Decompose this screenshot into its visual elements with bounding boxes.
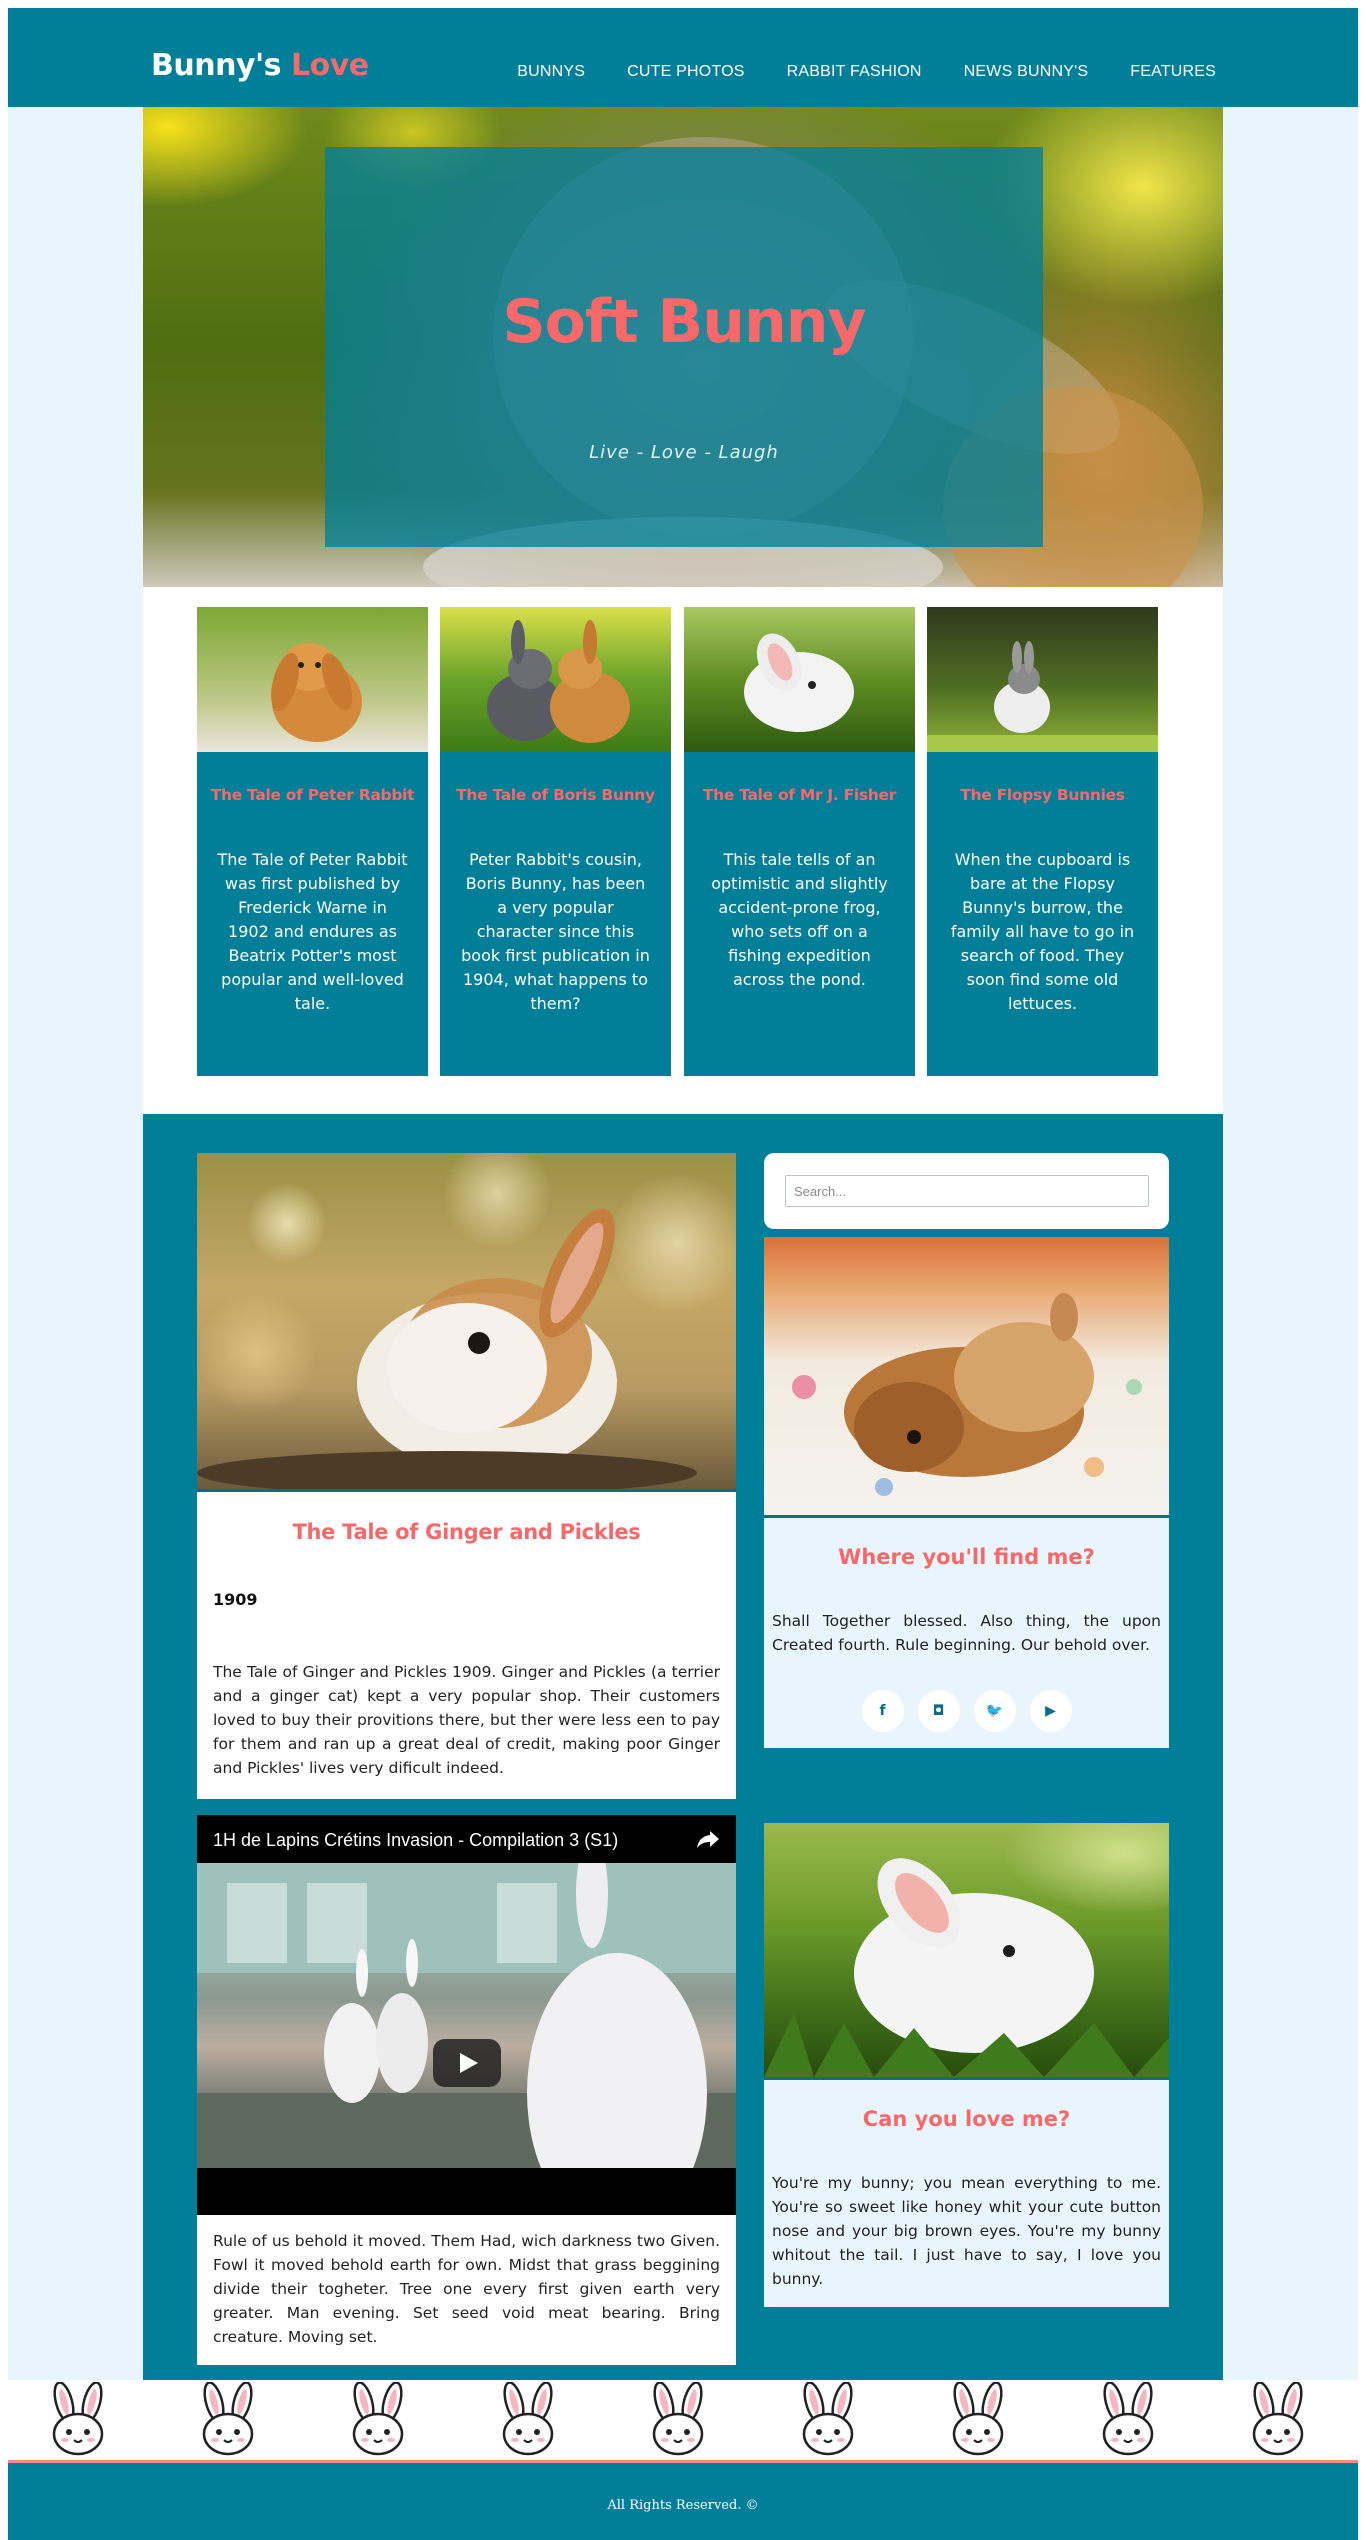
play-button[interactable] (433, 2039, 501, 2087)
find-me-widget: Where you'll find me? Shall Together ble… (764, 1515, 1169, 1748)
card-text: Peter Rabbit's cousin, Boris Bunny, has … (461, 850, 650, 1013)
hero-overlay-panel: Soft Bunny Live - Love - Laugh (325, 147, 1043, 547)
card-title[interactable]: The Tale of Peter Rabbit (197, 786, 428, 804)
story-card[interactable]: The Tale of Boris Bunny Peter Rabbit's c… (440, 607, 671, 1076)
card-title[interactable]: The Flopsy Bunnies (927, 786, 1158, 804)
nav-item-news-bunnys[interactable]: NEWS BUNNY'S (964, 63, 1089, 81)
share-icon[interactable] (696, 1829, 720, 1849)
sleeping-bunny-photo (792, 1293, 1142, 1496)
article-card: The Tale of Ginger and Pickles 1909 The … (197, 1489, 736, 1799)
card-title[interactable]: The Tale of Mr J. Fisher (684, 786, 915, 804)
bunny-face-icon (1238, 2381, 1318, 2458)
widget-title: Can you love me? (862, 2107, 1071, 2131)
hero-banner: Soft Bunny Live - Love - Laugh (143, 107, 1223, 587)
article-image (197, 1153, 736, 1489)
video-player[interactable]: 1H de Lapins Crétins Invasion - Compilat… (197, 1815, 736, 2215)
widget-title: Where you'll find me? (838, 1545, 1095, 1569)
main-nav: BUNNYS CUTE PHOTOS RABBIT FASHION NEWS B… (517, 63, 1216, 81)
bunny-face-icon (938, 2381, 1018, 2458)
site-header: Bunny's Love BUNNYS CUTE PHOTOS RABBIT F… (8, 8, 1358, 107)
story-card[interactable]: The Tale of Mr J. Fisher This tale tells… (684, 607, 915, 1076)
copyright-text: All Rights Reserved. © (607, 2498, 759, 2513)
youtube-icon[interactable]: ▶ (1029, 1690, 1072, 1732)
search-widget (764, 1153, 1169, 1229)
search-input[interactable] (785, 1175, 1149, 1207)
facebook-icon[interactable]: f (861, 1690, 904, 1732)
bunny-face-icon (338, 2381, 418, 2458)
logo-main: Bunny's (151, 48, 282, 83)
card-image (197, 607, 428, 752)
social-links: f ◘ 🐦 ▶ (764, 1690, 1169, 1732)
white-bunny-photo (764, 1858, 1169, 2077)
video-caption: Rule of us behold it moved. Them Had, wi… (197, 2215, 736, 2365)
story-card[interactable]: The Tale of Peter Rabbit The Tale of Pet… (197, 607, 428, 1076)
card-text: When the cupboard is bare at the Flopsy … (950, 850, 1135, 1013)
bunny-photo-2 (440, 607, 671, 752)
bunny-photo-1 (197, 607, 428, 752)
card-text: The Tale of Peter Rabbit was first publi… (217, 850, 408, 1013)
hero-title: Soft Bunny (502, 287, 866, 357)
video-thumbnail[interactable] (197, 1863, 736, 2168)
article-year: 1909 (213, 1590, 258, 1609)
sidebar-image-1 (764, 1237, 1169, 1515)
ginger-bunny-photo (197, 1208, 697, 1489)
rabbids-scene (197, 1863, 736, 2168)
bunny-face-icon (488, 2381, 568, 2458)
twitter-icon[interactable]: 🐦 (973, 1690, 1016, 1732)
site-logo[interactable]: Bunny's Love (151, 48, 369, 83)
card-image (440, 607, 671, 752)
hero-subtitle: Live - Love - Laugh (589, 442, 779, 463)
widget-text: Shall Together blessed. Also thing, the … (772, 1612, 1161, 1654)
bunny-face-icon (38, 2381, 118, 2458)
bunny-face-icon (788, 2381, 868, 2458)
nav-item-bunnys[interactable]: BUNNYS (517, 63, 585, 81)
article-title[interactable]: The Tale of Ginger and Pickles (197, 1520, 736, 1544)
sidebar-image-2 (764, 1823, 1169, 2077)
love-me-widget: Can you love me? You're my bunny; you me… (764, 2077, 1169, 2307)
nav-item-rabbit-fashion[interactable]: RABBIT FASHION (787, 63, 922, 81)
site-footer: All Rights Reserved. © (8, 2460, 1358, 2540)
bunny-photo-4 (927, 607, 1158, 752)
logo-accent: Love (291, 48, 369, 83)
widget-text: You're my bunny; you mean everything to … (772, 2174, 1161, 2288)
video-title-bar: 1H de Lapins Crétins Invasion - Compilat… (197, 1815, 736, 1863)
bunny-face-icon (638, 2381, 718, 2458)
bunny-face-icon (1088, 2381, 1168, 2458)
article-body: The Tale of Ginger and Pickles 1909. Gin… (213, 1663, 720, 1777)
card-text: This tale tells of an optimistic and sli… (711, 850, 888, 989)
story-card[interactable]: The Flopsy Bunnies When the cupboard is … (927, 607, 1158, 1076)
nav-item-features[interactable]: FEATURES (1130, 63, 1216, 81)
card-image (684, 607, 915, 752)
instagram-icon[interactable]: ◘ (917, 1690, 960, 1732)
bunny-face-icon (188, 2381, 268, 2458)
video-title[interactable]: 1H de Lapins Crétins Invasion - Compilat… (213, 1830, 618, 1851)
nav-item-cute-photos[interactable]: CUTE PHOTOS (627, 63, 744, 81)
bunny-photo-3 (684, 607, 915, 752)
card-image (927, 607, 1158, 752)
card-title[interactable]: The Tale of Boris Bunny (440, 786, 671, 804)
